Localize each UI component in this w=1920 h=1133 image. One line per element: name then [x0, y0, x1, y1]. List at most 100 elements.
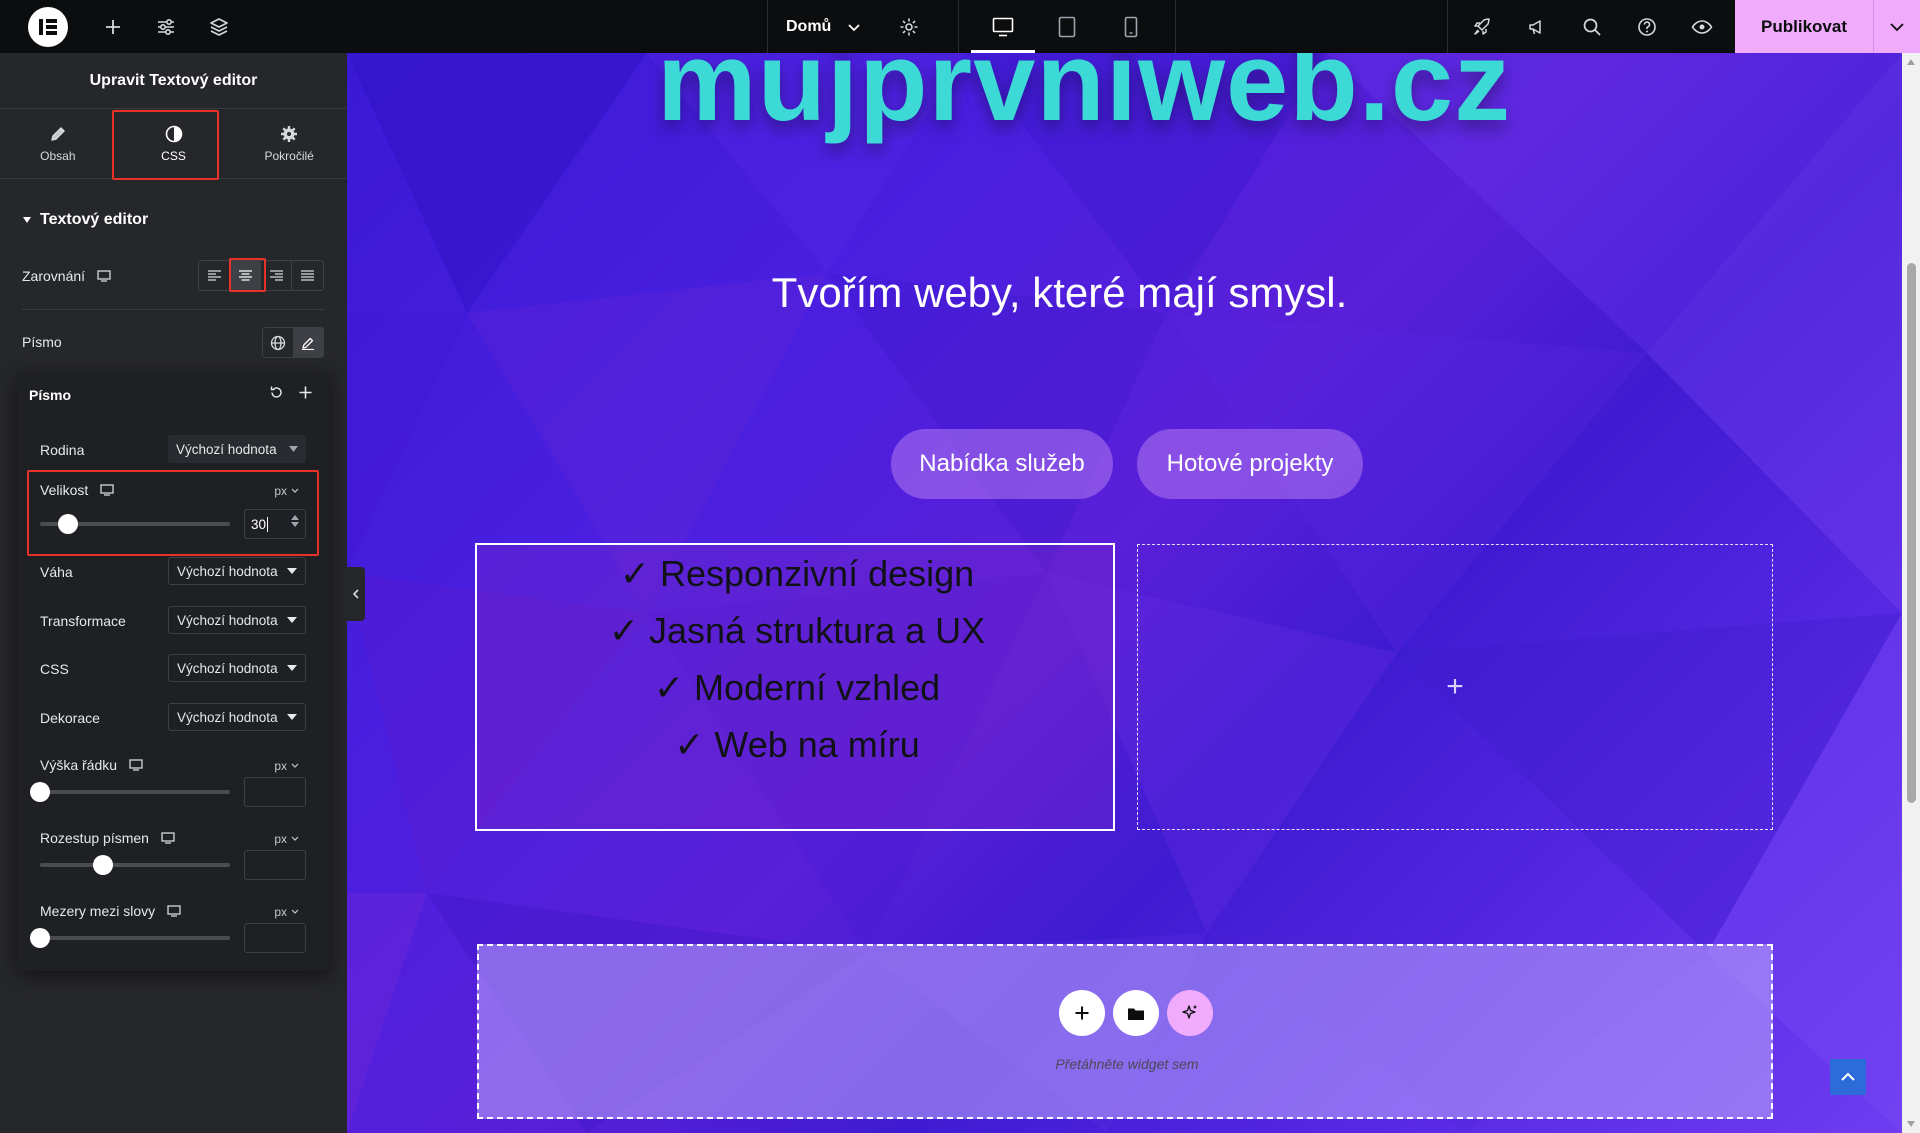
size-slider-handle[interactable]	[58, 514, 78, 534]
device-switcher	[958, 0, 1176, 53]
tab-content[interactable]: Obsah	[0, 109, 116, 178]
tablet-view-button[interactable]	[1035, 0, 1099, 53]
gear-icon[interactable]	[899, 17, 919, 37]
tab-style[interactable]: CSS	[116, 109, 232, 178]
pencil-icon	[302, 337, 314, 350]
preview-button[interactable]	[1674, 0, 1729, 53]
desktop-view-button[interactable]	[971, 0, 1035, 53]
selected-text-editor-widget[interactable]: ✓ Responzivní design ✓ Jasná struktura a…	[475, 543, 1115, 831]
line-height-slider[interactable]	[30, 782, 230, 802]
letter-spacing-slider[interactable]	[40, 855, 230, 875]
add-element-button[interactable]	[86, 0, 139, 53]
font-row: Písmo	[22, 334, 62, 350]
align-justify-icon	[301, 270, 314, 281]
page-selector[interactable]: Domů	[767, 0, 930, 53]
site-domain-heading[interactable]: mujprvniweb.cz	[657, 53, 1511, 146]
align-center-button[interactable]	[230, 261, 261, 290]
help-button[interactable]	[1619, 0, 1674, 53]
weight-row: Váha	[40, 564, 73, 580]
feature-item: ✓ Web na míru	[674, 724, 920, 765]
section-header[interactable]: Textový editor	[22, 211, 148, 229]
align-right-button[interactable]	[261, 261, 292, 290]
publish-options-button[interactable]	[1873, 0, 1920, 53]
chevron-left-icon	[352, 589, 359, 599]
mobile-view-button[interactable]	[1099, 0, 1163, 53]
plus-icon[interactable]	[298, 385, 313, 400]
step-down-icon[interactable]	[291, 522, 299, 527]
size-unit-select[interactable]: px	[274, 484, 299, 498]
canvas-scrollbar[interactable]	[1902, 53, 1920, 1133]
sparkle-icon	[1182, 1005, 1197, 1019]
line-height-input[interactable]	[244, 777, 306, 807]
align-justify-button[interactable]	[292, 261, 323, 290]
site-settings-button[interactable]	[139, 0, 192, 53]
preview-canvas: mujprvniweb.cz Tvořím weby, které mají s…	[347, 53, 1902, 1133]
align-right-icon	[269, 270, 283, 281]
word-spacing-label: Mezery mezi slovy	[40, 903, 156, 919]
step-up-icon[interactable]	[291, 515, 299, 520]
transform-select[interactable]: Výchozí hodnota	[168, 606, 306, 634]
search-button[interactable]	[1564, 0, 1619, 53]
letter-spacing-input[interactable]	[244, 850, 306, 880]
reset-icon[interactable]	[269, 385, 284, 400]
empty-column[interactable]: +	[1137, 544, 1773, 830]
align-left-button[interactable]	[199, 261, 230, 290]
add-section-button[interactable]	[1059, 990, 1105, 1036]
word-spacing-input[interactable]	[244, 923, 306, 953]
size-slider[interactable]	[40, 514, 230, 534]
services-button[interactable]: Nabídka služeb	[891, 429, 1113, 499]
tab-advanced[interactable]: Pokročilé	[231, 109, 347, 178]
desktop-icon[interactable]	[100, 484, 114, 496]
size-stepper[interactable]	[291, 515, 299, 527]
popover-title: Písmo	[29, 387, 72, 403]
search-icon	[1583, 18, 1601, 36]
size-input[interactable]: 30	[244, 509, 306, 539]
feature-item: ✓ Responzivní design	[619, 553, 975, 594]
top-bar: Domů Publikovat	[0, 0, 1920, 53]
word-spacing-slider[interactable]	[30, 928, 230, 948]
desktop-icon[interactable]	[129, 759, 143, 771]
tagline[interactable]: Tvořím weby, které mají smysl.	[347, 269, 1772, 317]
global-font-button[interactable]	[263, 328, 293, 357]
edit-font-button[interactable]	[293, 328, 323, 357]
style-select[interactable]: Výchozí hodnota	[168, 654, 306, 682]
contrast-icon	[165, 125, 182, 142]
scroll-to-top-button[interactable]	[1830, 1059, 1866, 1095]
panel-title: Upravit Textový editor	[0, 53, 347, 109]
word-spacing-unit: px	[274, 905, 287, 919]
elementor-logo-icon	[38, 17, 58, 37]
word-spacing-slider-handle[interactable]	[30, 928, 50, 948]
projects-button[interactable]: Hotové projekty	[1137, 429, 1363, 499]
collapse-panel-button[interactable]	[347, 567, 365, 621]
ai-builder-button[interactable]	[1167, 990, 1213, 1036]
dropzone-actions	[1059, 990, 1213, 1036]
decoration-select[interactable]: Výchozí hodnota	[168, 703, 306, 731]
letter-spacing-slider-handle[interactable]	[93, 855, 113, 875]
line-height-slider-handle[interactable]	[30, 782, 50, 802]
weight-select[interactable]: Výchozí hodnota	[168, 557, 306, 585]
elementor-logo[interactable]	[28, 6, 68, 47]
add-template-button[interactable]	[1113, 990, 1159, 1036]
add-widget-plus-icon[interactable]: +	[1446, 670, 1464, 704]
word-spacing-unit-select[interactable]: px	[274, 905, 299, 919]
layers-icon	[209, 17, 228, 36]
scroll-down-arrow-icon[interactable]	[1907, 1121, 1915, 1127]
eye-icon	[1691, 19, 1712, 34]
weight-value: Výchozí hodnota	[177, 563, 278, 579]
launch-button[interactable]	[1454, 0, 1509, 53]
structure-button[interactable]	[192, 0, 245, 53]
scrollbar-thumb[interactable]	[1907, 263, 1916, 803]
family-select[interactable]: Výchozí hodnota	[168, 435, 306, 463]
drop-zone[interactable]: Přetáhněte widget sem	[477, 944, 1773, 1119]
desktop-icon[interactable]	[161, 832, 175, 844]
desktop-icon[interactable]	[97, 270, 111, 282]
publish-button[interactable]: Publikovat	[1735, 0, 1873, 53]
desktop-icon[interactable]	[167, 905, 181, 917]
globe-icon	[270, 335, 286, 350]
transform-row: Transformace	[40, 613, 126, 629]
letter-spacing-unit-select[interactable]: px	[274, 832, 299, 846]
whats-new-button[interactable]	[1509, 0, 1564, 53]
scroll-up-arrow-icon[interactable]	[1907, 59, 1915, 65]
line-height-unit-select[interactable]: px	[274, 759, 299, 773]
letter-spacing-unit: px	[274, 832, 287, 846]
